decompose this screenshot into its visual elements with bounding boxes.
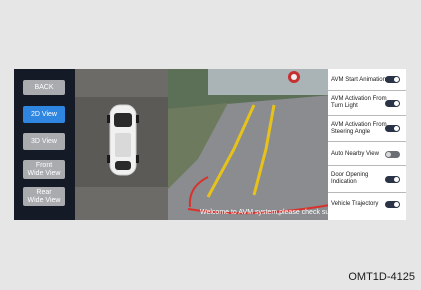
avm-settings-panel: AVM Start Animation AVM Activation From … [328,69,406,220]
rear-wide-view-button[interactable]: Rear Wide View [23,187,65,206]
toggle-switch[interactable] [385,176,400,183]
3d-view-button[interactable]: 3D View [23,133,65,150]
toggle-switch[interactable] [385,201,400,208]
toggle-switch[interactable] [385,76,400,83]
setting-label: Door Opening Indication [331,172,369,185]
setting-activation-turn-light[interactable]: AVM Activation From Turn Light [328,91,406,116]
toggle-switch[interactable] [385,151,400,158]
figure-code: OMT1D-4125 [348,271,415,283]
toggle-switch[interactable] [385,100,400,107]
setting-label: AVM Activation From Turn Light [331,96,387,109]
setting-avm-start-animation[interactable]: AVM Start Animation [328,69,406,91]
setting-label: Auto Nearby View [331,151,379,157]
setting-auto-nearby-view[interactable]: Auto Nearby View [328,142,406,166]
back-button[interactable]: BACK [23,80,65,95]
setting-vehicle-trajectory[interactable]: Vehicle Trajectory [328,193,406,220]
toggle-switch[interactable] [385,125,400,132]
setting-label: AVM Start Animation [331,77,386,83]
top-down-view [75,69,168,220]
2d-view-button[interactable]: 2D View [23,106,65,123]
setting-activation-steering-angle[interactable]: AVM Activation From Steering Angle [328,116,406,142]
setting-label: Vehicle Trajectory [331,201,379,207]
setting-door-opening-indication[interactable]: Door Opening Indication [328,166,406,193]
front-wide-view-button[interactable]: Front Wide View [23,160,65,179]
setting-label: AVM Activation From Steering Angle [331,122,387,135]
rear-camera-view [168,69,332,220]
avm-screen: BACK 2D View 3D View Front Wide View Rea… [14,69,406,220]
view-nav-panel: BACK 2D View 3D View Front Wide View Rea… [14,69,75,220]
